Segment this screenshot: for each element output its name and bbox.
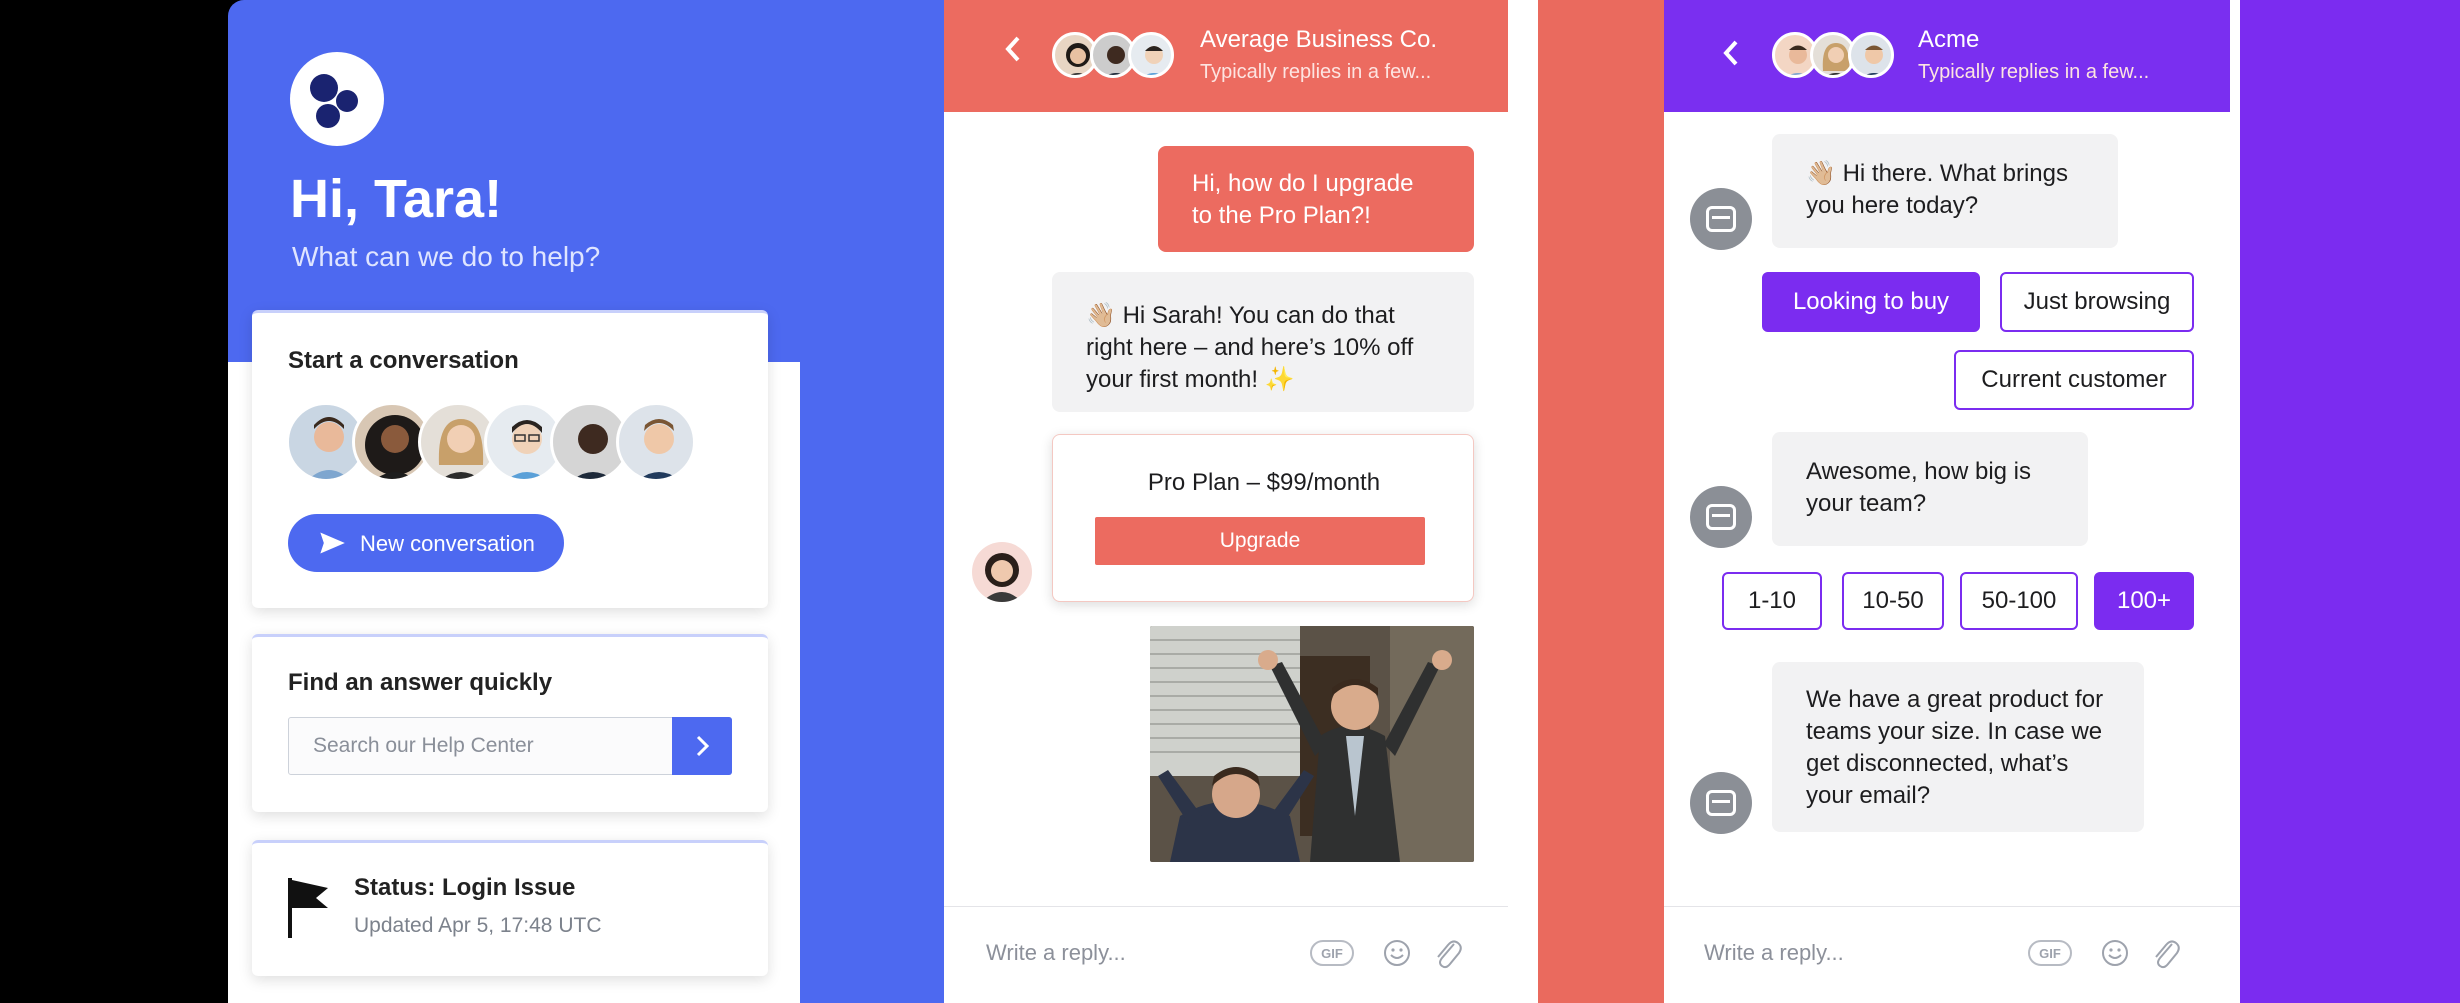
plan-title: Pro Plan – $99/month	[1147, 469, 1381, 496]
send-icon	[318, 529, 346, 563]
bot-avatar	[1690, 486, 1752, 548]
wave-emoji: 👋🏼	[1086, 302, 1116, 329]
reply-time: Typically replies in a few...	[1200, 61, 1432, 83]
team-size-option[interactable]: 1-10	[1722, 572, 1822, 630]
back-button[interactable]	[1000, 32, 1026, 75]
company-logo	[290, 52, 384, 146]
avatar	[1128, 32, 1174, 78]
team-size-option-selected[interactable]: 100+	[2094, 572, 2194, 630]
new-conversation-button[interactable]: New conversation	[288, 514, 564, 572]
plan-card: Pro Plan – $99/month Upgrade	[1052, 434, 1474, 602]
search-input[interactable]	[311, 732, 671, 760]
greeting-subtitle: What can we do to help?	[292, 241, 601, 272]
card-title: Start a conversation	[288, 347, 519, 374]
help-center-search	[288, 717, 732, 775]
new-conversation-label: New conversation	[360, 531, 535, 556]
gif-button[interactable]: GIF	[2028, 940, 2072, 966]
chevron-right-icon	[696, 735, 710, 757]
status-updated: Updated Apr 5, 17:48 UTC	[354, 914, 602, 937]
reply-input[interactable]: Write a reply...	[986, 940, 1126, 966]
composer-divider	[1664, 906, 2240, 907]
team-size-option[interactable]: 50-100	[1960, 572, 2078, 630]
header-avatars	[1052, 32, 1182, 78]
bot-message-text: Hi there. What brings you here today?	[1806, 160, 2068, 219]
upgrade-button[interactable]: Upgrade	[1095, 517, 1425, 565]
bot-avatar	[1690, 188, 1752, 250]
attachment-icon[interactable]	[1432, 936, 1462, 970]
reply-option-just-browsing[interactable]: Just browsing	[2000, 272, 2194, 332]
user-message: Hi, how do I upgrade to the Pro Plan?!	[1158, 146, 1474, 252]
composer-divider	[944, 906, 1508, 907]
flag-icon	[288, 878, 328, 938]
emoji-icon[interactable]	[1382, 938, 1412, 968]
search-submit-button[interactable]	[672, 717, 732, 775]
back-button[interactable]	[1718, 36, 1744, 79]
chevron-left-icon	[1723, 40, 1738, 66]
reply-input[interactable]: Write a reply...	[1704, 940, 1844, 966]
bot-avatar	[1690, 772, 1752, 834]
bot-message-text: Hi Sarah! You can do that right here – a…	[1086, 302, 1414, 393]
bot-message: We have a great product for teams your s…	[1772, 662, 2144, 832]
greeting-title: Hi, Tara!	[290, 169, 503, 229]
messenger-background	[792, 0, 944, 1003]
agent-avatar	[972, 542, 1032, 602]
reply-option-current-customer[interactable]: Current customer	[1954, 350, 2194, 410]
avatar	[1848, 32, 1894, 78]
card-title: Find an answer quickly	[288, 669, 553, 696]
team-size-option[interactable]: 10-50	[1842, 572, 1944, 630]
wave-emoji: 👋🏼	[1806, 160, 1836, 187]
company-name: Average Business Co.	[1200, 26, 1438, 53]
header-avatars	[1772, 32, 1902, 78]
business-chat-header	[944, 0, 1508, 112]
bot-message: Awesome, how big is your team?	[1772, 432, 2088, 546]
acme-chat-header	[1664, 0, 2230, 112]
company-name: Acme	[1918, 26, 1980, 53]
bot-message: 👋🏼 Hi Sarah! You can do that right here …	[1052, 272, 1474, 412]
reply-time: Typically replies in a few...	[1918, 61, 2150, 83]
chevron-left-icon	[1005, 36, 1020, 62]
avatar	[616, 402, 696, 482]
attachment-icon[interactable]	[2150, 936, 2180, 970]
emoji-icon[interactable]	[2100, 938, 2130, 968]
celebration-gif	[1150, 626, 1474, 862]
sparkle-emoji: ✨	[1264, 366, 1295, 393]
status-title: Status: Login Issue	[354, 874, 576, 901]
gif-button[interactable]: GIF	[1310, 940, 1354, 966]
reply-option-looking-to-buy[interactable]: Looking to buy	[1762, 272, 1980, 332]
bot-message: 👋🏼 Hi there. What brings you here today?	[1772, 134, 2118, 248]
